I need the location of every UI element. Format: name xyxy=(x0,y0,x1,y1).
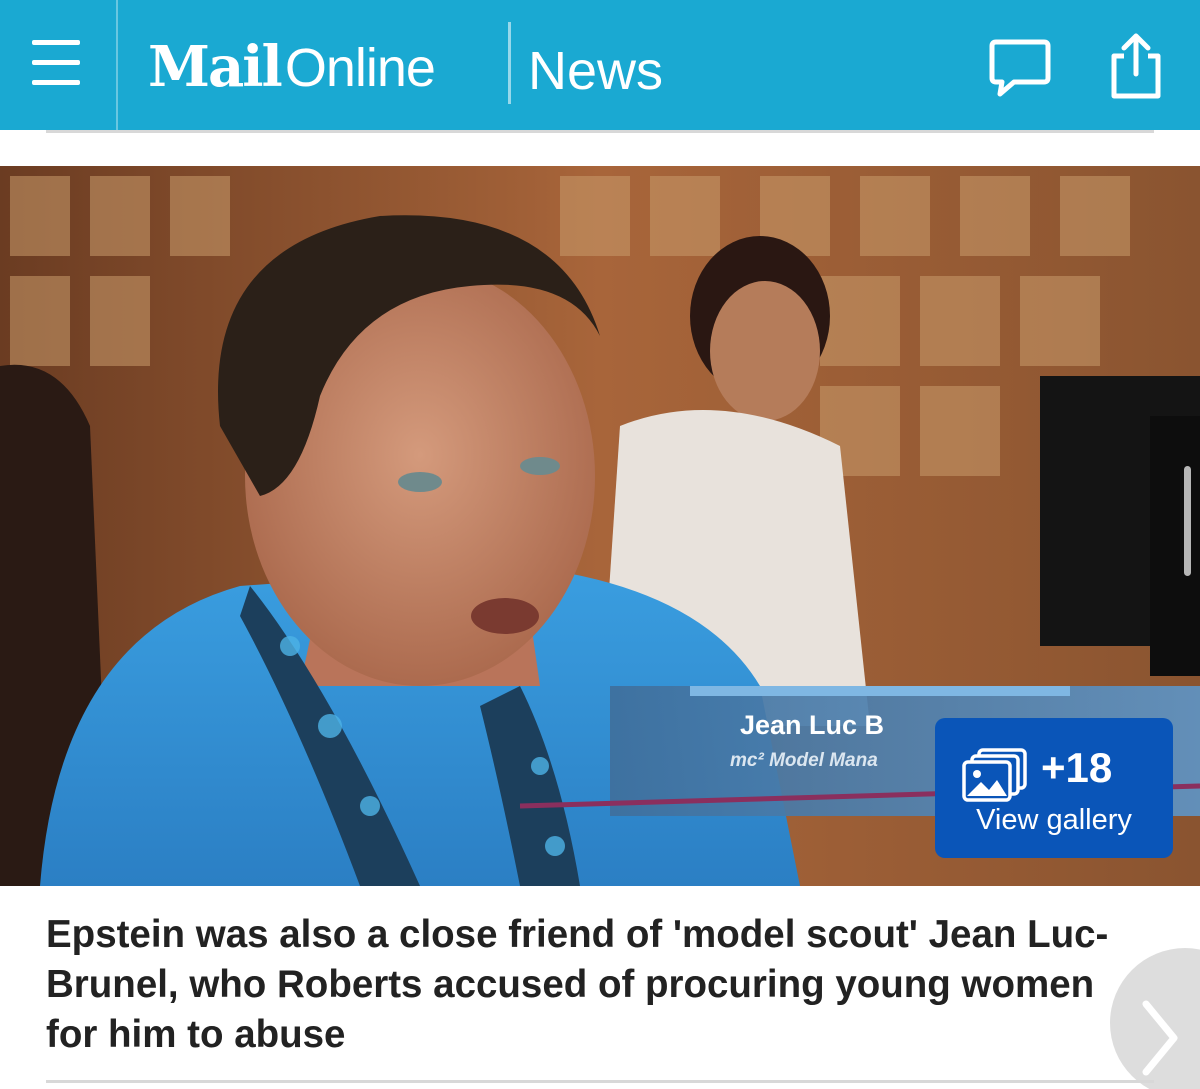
comments-button[interactable] xyxy=(988,36,1052,100)
menu-icon-bar xyxy=(32,40,80,45)
logo-divider xyxy=(508,22,511,104)
lower-third-title: mc² Model Mana xyxy=(730,750,878,771)
chevron-right-icon xyxy=(1142,1000,1178,1076)
photo-caption: Epstein was also a close friend of 'mode… xyxy=(46,913,1109,1056)
menu-button[interactable] xyxy=(28,30,84,94)
comments-icon xyxy=(989,39,1051,97)
gallery-count: +18 xyxy=(1041,744,1113,791)
share-icon xyxy=(1111,33,1161,99)
scrollbar[interactable] xyxy=(1184,466,1191,576)
gallery-label: View gallery xyxy=(976,804,1132,836)
bottom-rule xyxy=(46,1080,1154,1083)
section-title[interactable]: News xyxy=(528,40,663,102)
logo-online-text: Online xyxy=(284,38,436,98)
share-button[interactable] xyxy=(1104,30,1168,99)
view-gallery-button[interactable]: +18 View gallery xyxy=(935,718,1173,858)
header-divider xyxy=(116,0,118,130)
lower-third-name: Jean Luc B xyxy=(740,710,884,740)
menu-icon-bar xyxy=(32,60,80,65)
logo-mail-text: Mail xyxy=(148,34,283,100)
header-bottom-rule xyxy=(46,130,1154,133)
site-logo[interactable]: Mail Online xyxy=(148,34,436,100)
menu-icon-bar xyxy=(32,80,80,85)
top-header: Mail Online News xyxy=(0,0,1200,130)
gallery-icon xyxy=(962,748,1027,802)
